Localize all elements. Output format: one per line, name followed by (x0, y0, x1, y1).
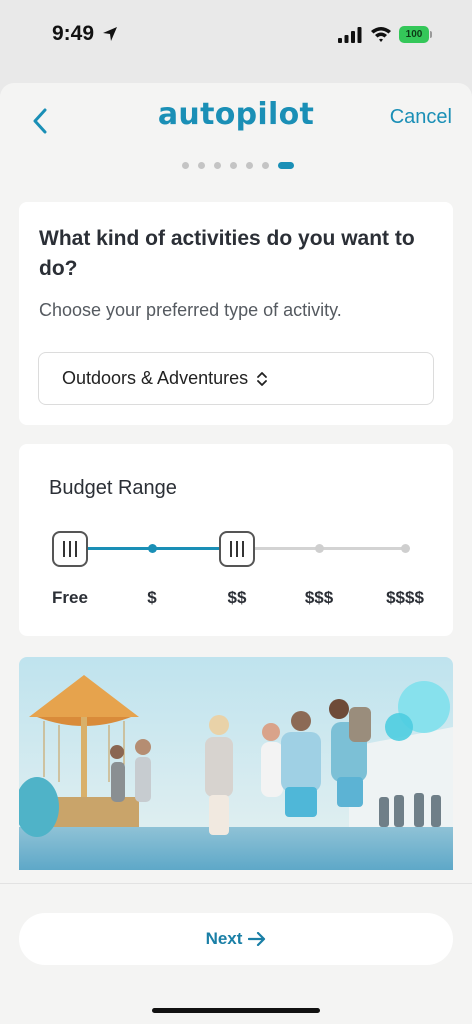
battery-nub (430, 31, 432, 38)
cancel-button[interactable]: Cancel (390, 106, 452, 129)
battery-level: 100 (405, 29, 423, 40)
budget-tick[interactable] (314, 544, 324, 553)
page-dot-active (278, 162, 294, 169)
page-indicator (0, 162, 472, 169)
grip-line (69, 541, 71, 557)
chevron-up-down-icon (257, 371, 268, 386)
activity-type-select[interactable]: Outdoors & Adventures (38, 352, 434, 405)
status-time: 9:49 (52, 22, 95, 45)
next-label: Next (205, 929, 243, 948)
grip-line (63, 541, 65, 557)
arrow-right-icon (248, 932, 266, 946)
budget-tick[interactable] (147, 544, 157, 553)
grip-line (242, 541, 244, 557)
budget-max-handle[interactable] (219, 531, 255, 567)
budget-level-label: Free (52, 588, 88, 607)
battery-icon: 100 (399, 26, 429, 43)
activity-photo (19, 657, 453, 870)
budget-tick[interactable] (400, 544, 410, 553)
budget-level-label: $$$$ (386, 588, 424, 607)
budget-title: Budget Range (49, 477, 177, 499)
budget-min-handle[interactable] (52, 531, 88, 567)
onboarding-sheet: autopilot Cancel What kind of activities… (0, 83, 472, 1024)
page-dot (246, 162, 253, 169)
grip-line (236, 541, 238, 557)
page-dot (230, 162, 237, 169)
activity-question: What kind of activities do you want to d… (39, 227, 415, 280)
budget-card: Budget Range Free $ $$ $$$ $$$$ (19, 444, 453, 636)
activity-card: What kind of activities do you want to d… (19, 202, 453, 425)
grip-line (75, 541, 77, 557)
page-dot (214, 162, 221, 169)
location-arrow-icon (103, 27, 117, 41)
bottom-bar: Next (0, 883, 472, 1024)
page-dot (182, 162, 189, 169)
next-button[interactable]: Next (19, 913, 453, 965)
festival-photo (19, 657, 453, 870)
page-dot (262, 162, 269, 169)
budget-level-label: $$ (227, 588, 247, 607)
budget-level-label: $ (147, 588, 157, 607)
page-dot (198, 162, 205, 169)
budget-level-label: $$$ (304, 588, 334, 607)
home-indicator (152, 1008, 320, 1013)
cellular-signal-icon (338, 27, 362, 43)
grip-line (230, 541, 232, 557)
status-bar: 9:49 100 (0, 0, 472, 80)
wifi-icon (371, 27, 391, 42)
selected-activity: Outdoors & Adventures (62, 368, 249, 388)
activity-subtitle: Choose your preferred type of activity. (39, 300, 342, 320)
